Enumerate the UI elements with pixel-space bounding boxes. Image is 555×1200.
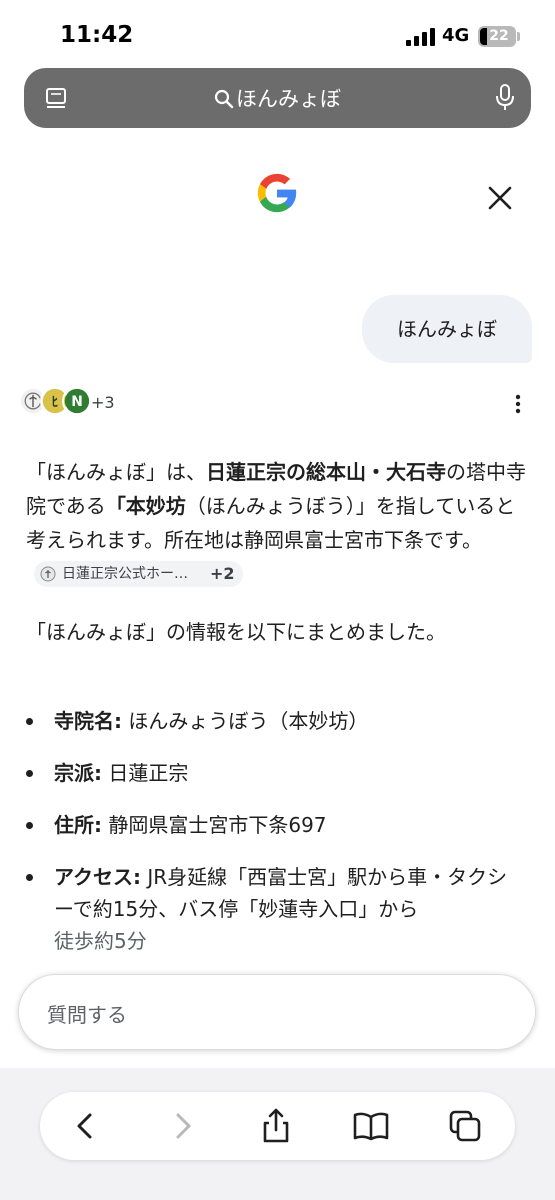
- user-query-bubble: ほんみょぼ: [362, 295, 532, 363]
- browser-toolbar: [40, 1092, 515, 1160]
- bullet: [26, 874, 33, 881]
- details-list: 寺院名: ほんみょうぼう（本妙坊） 宗派: 日蓮正宗 住所: 静岡県富士宮市下条…: [26, 705, 526, 977]
- bullet: [26, 718, 33, 725]
- more-vert-icon[interactable]: [514, 393, 522, 415]
- citation-label: 日蓮正宗公式ホー…: [62, 565, 188, 582]
- url-text: ほんみょぼ: [236, 87, 341, 111]
- tab-switcher-icon[interactable]: [445, 1106, 485, 1146]
- back-icon[interactable]: [66, 1106, 106, 1146]
- ask-placeholder: 質問する: [47, 1003, 127, 1027]
- detail-label: アクセス:: [54, 865, 141, 889]
- cellular-signal-icon: [406, 28, 436, 46]
- list-item: アクセス: JR身延線「西富士宮」駅から車・タクシーで約15分、バス停「妙蓮寺入…: [26, 861, 526, 957]
- ask-input[interactable]: 質問する: [18, 974, 536, 1050]
- list-item: 寺院名: ほんみょうぼう（本妙坊）: [26, 705, 526, 737]
- detail-value: ほんみょうぼう（本妙坊）: [122, 709, 369, 733]
- mic-icon[interactable]: [495, 84, 515, 112]
- detail-value-faded: 徒歩約5分: [54, 929, 147, 953]
- forward-icon[interactable]: [162, 1106, 202, 1146]
- battery-cap: [517, 32, 520, 41]
- detail-label: 宗派:: [54, 761, 102, 785]
- status-bar: 11:42 4G 22: [0, 0, 555, 64]
- network-type: 4G: [442, 25, 470, 46]
- detail-label: 住所:: [54, 813, 102, 837]
- share-icon[interactable]: [256, 1106, 296, 1146]
- search-icon: [214, 89, 234, 109]
- status-time: 11:42: [60, 22, 134, 48]
- url-field[interactable]: ほんみょぼ: [24, 68, 531, 128]
- answer-text: 「ほんみょぼ」は、: [26, 460, 206, 484]
- answer-summary-line: 「ほんみょぼ」の情報を以下にまとめました。: [26, 620, 446, 644]
- sources-more-count[interactable]: +3: [91, 393, 115, 412]
- address-bar[interactable]: ほんみょぼ: [24, 68, 531, 128]
- bullet: [26, 770, 33, 777]
- list-item: 住所: 静岡県富士宮市下条697: [26, 809, 526, 841]
- answer-bold: 「本妙坊: [105, 494, 186, 518]
- source-avatar-green-n-icon[interactable]: N: [62, 386, 92, 416]
- detail-value: 静岡県富士宮市下条697: [102, 813, 327, 837]
- answer-bold: 日蓮正宗の総本山・大石寺: [206, 460, 446, 484]
- citation-more: +2: [210, 563, 235, 583]
- answer-paragraph: 「ほんみょぼ」は、日蓮正宗の総本山・大石寺の塔中寺院である「本妙坊（ほんみょうぼ…: [26, 455, 532, 591]
- list-item: 宗派: 日蓮正宗: [26, 757, 526, 789]
- battery-icon: 22: [478, 26, 516, 47]
- detail-value: 日蓮正宗: [102, 761, 189, 785]
- svg-text:ﾋ: ﾋ: [52, 395, 59, 410]
- detail-label: 寺院名:: [54, 709, 122, 733]
- battery-level: 22: [489, 28, 509, 44]
- nichiren-source-icon: [40, 566, 56, 581]
- bookmarks-icon[interactable]: [351, 1106, 391, 1146]
- bullet: [26, 822, 33, 829]
- google-logo: [257, 173, 297, 213]
- svg-text:N: N: [71, 394, 83, 410]
- citation-chip[interactable]: 日蓮正宗公式ホー… +2: [34, 560, 243, 587]
- close-icon[interactable]: [485, 183, 515, 213]
